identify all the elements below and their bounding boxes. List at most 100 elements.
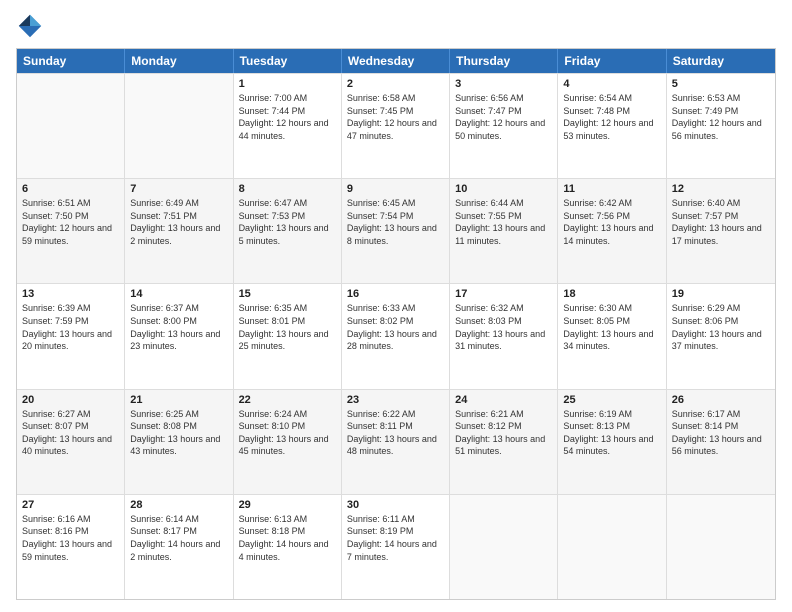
cell-info: Sunrise: 6:16 AM Sunset: 8:16 PM Dayligh… [22,513,119,563]
weekday-header: Wednesday [342,49,450,73]
cell-info: Sunrise: 6:42 AM Sunset: 7:56 PM Dayligh… [563,197,660,247]
day-number: 20 [22,394,119,406]
day-number: 25 [563,394,660,406]
calendar-cell: 3Sunrise: 6:56 AM Sunset: 7:47 PM Daylig… [450,74,558,178]
cell-info: Sunrise: 6:53 AM Sunset: 7:49 PM Dayligh… [672,92,770,142]
calendar-cell: 11 Sunrise: 6:42 AM Sunset: 7:56 PM Dayli… [558,179,666,283]
weekday-header: Saturday [667,49,775,73]
calendar-cell: 14 Sunrise: 6:37 AM Sunset: 8:00 PM Dayli… [125,284,233,388]
day-number: 4 [563,78,660,90]
empty-cell [558,495,666,599]
day-number: 10 [455,183,552,195]
day-number: 1 [239,78,336,90]
day-number: 13 [22,288,119,300]
empty-cell [125,74,233,178]
weekday-header: Tuesday [234,49,342,73]
calendar-cell: 24Sunrise: 6:21 AM Sunset: 8:12 PM Dayli… [450,390,558,494]
day-number: 17 [455,288,552,300]
cell-info: Sunrise: 6:40 AM Sunset: 7:57 PM Dayligh… [672,197,770,247]
calendar-cell: 19 Sunrise: 6:29 AM Sunset: 8:06 PM Dayli… [667,284,775,388]
cell-info: Sunrise: 6:45 AM Sunset: 7:54 PM Dayligh… [347,197,444,247]
day-number: 14 [130,288,227,300]
calendar-row: 27 Sunrise: 6:16 AM Sunset: 8:16 PM Dayli… [17,494,775,599]
calendar-row: 20 Sunrise: 6:27 AM Sunset: 8:07 PM Dayli… [17,389,775,494]
cell-info: Sunrise: 6:11 AM Sunset: 8:19 PM Dayligh… [347,513,444,563]
calendar-cell: 2 Sunrise: 6:58 AM Sunset: 7:45 PM Daylig… [342,74,450,178]
calendar-cell: 21 Sunrise: 6:25 AM Sunset: 8:08 PM Dayli… [125,390,233,494]
logo-icon [16,12,44,40]
calendar-cell: 25 Sunrise: 6:19 AM Sunset: 8:13 PM Dayli… [558,390,666,494]
day-number: 27 [22,499,119,511]
day-number: 6 [22,183,119,195]
calendar-row: 6 Sunrise: 6:51 AM Sunset: 7:50 PM Daylig… [17,178,775,283]
day-number: 30 [347,499,444,511]
cell-info: Sunrise: 6:14 AM Sunset: 8:17 PM Dayligh… [130,513,227,563]
calendar-cell: 15Sunrise: 6:35 AM Sunset: 8:01 PM Dayli… [234,284,342,388]
calendar-cell: 28 Sunrise: 6:14 AM Sunset: 8:17 PM Dayli… [125,495,233,599]
calendar-row: 13 Sunrise: 6:39 AM Sunset: 7:59 PM Dayli… [17,283,775,388]
calendar-cell: 8 Sunrise: 6:47 AM Sunset: 7:53 PM Daylig… [234,179,342,283]
calendar-cell: 27 Sunrise: 6:16 AM Sunset: 8:16 PM Dayli… [17,495,125,599]
cell-info: Sunrise: 6:37 AM Sunset: 8:00 PM Dayligh… [130,302,227,352]
weekday-header: Monday [125,49,233,73]
day-number: 8 [239,183,336,195]
day-number: 19 [672,288,770,300]
cell-info: Sunrise: 6:27 AM Sunset: 8:07 PM Dayligh… [22,408,119,458]
day-number: 23 [347,394,444,406]
calendar-cell: 12 Sunrise: 6:40 AM Sunset: 7:57 PM Dayli… [667,179,775,283]
day-number: 12 [672,183,770,195]
day-number: 29 [239,499,336,511]
day-number: 22 [239,394,336,406]
cell-info: Sunrise: 6:22 AM Sunset: 8:11 PM Dayligh… [347,408,444,458]
cell-info: Sunrise: 6:19 AM Sunset: 8:13 PM Dayligh… [563,408,660,458]
day-number: 26 [672,394,770,406]
cell-info: Sunrise: 6:24 AM Sunset: 8:10 PM Dayligh… [239,408,336,458]
calendar-cell: 4 Sunrise: 6:54 AM Sunset: 7:48 PM Daylig… [558,74,666,178]
empty-cell [17,74,125,178]
calendar-cell: 7 Sunrise: 6:49 AM Sunset: 7:51 PM Daylig… [125,179,233,283]
calendar-cell: 1 Sunrise: 7:00 AM Sunset: 7:44 PM Daylig… [234,74,342,178]
calendar-header: SundayMondayTuesdayWednesdayThursdayFrid… [17,49,775,73]
day-number: 24 [455,394,552,406]
cell-info: Sunrise: 6:58 AM Sunset: 7:45 PM Dayligh… [347,92,444,142]
calendar-cell: 30 Sunrise: 6:11 AM Sunset: 8:19 PM Dayli… [342,495,450,599]
day-number: 5 [672,78,770,90]
header [16,12,776,40]
cell-info: Sunrise: 6:29 AM Sunset: 8:06 PM Dayligh… [672,302,770,352]
cell-info: Sunrise: 6:39 AM Sunset: 7:59 PM Dayligh… [22,302,119,352]
cell-info: Sunrise: 6:13 AM Sunset: 8:18 PM Dayligh… [239,513,336,563]
calendar-cell: 22 Sunrise: 6:24 AM Sunset: 8:10 PM Dayli… [234,390,342,494]
day-number: 21 [130,394,227,406]
page: SundayMondayTuesdayWednesdayThursdayFrid… [0,0,792,612]
calendar: SundayMondayTuesdayWednesdayThursdayFrid… [16,48,776,600]
day-number: 28 [130,499,227,511]
calendar-cell: 6 Sunrise: 6:51 AM Sunset: 7:50 PM Daylig… [17,179,125,283]
day-number: 9 [347,183,444,195]
day-number: 3 [455,78,552,90]
day-number: 11 [563,183,660,195]
cell-info: Sunrise: 6:49 AM Sunset: 7:51 PM Dayligh… [130,197,227,247]
cell-info: Sunrise: 6:51 AM Sunset: 7:50 PM Dayligh… [22,197,119,247]
day-number: 2 [347,78,444,90]
cell-info: Sunrise: 6:47 AM Sunset: 7:53 PM Dayligh… [239,197,336,247]
weekday-header: Sunday [17,49,125,73]
cell-info: Sunrise: 6:25 AM Sunset: 8:08 PM Dayligh… [130,408,227,458]
cell-info: Sunrise: 6:17 AM Sunset: 8:14 PM Dayligh… [672,408,770,458]
cell-info: Sunrise: 7:00 AM Sunset: 7:44 PM Dayligh… [239,92,336,142]
cell-info: Sunrise: 6:44 AM Sunset: 7:55 PM Dayligh… [455,197,552,247]
calendar-cell: 18Sunrise: 6:30 AM Sunset: 8:05 PM Dayli… [558,284,666,388]
empty-cell [450,495,558,599]
calendar-cell: 10 Sunrise: 6:44 AM Sunset: 7:55 PM Dayli… [450,179,558,283]
day-number: 7 [130,183,227,195]
cell-info: Sunrise: 6:54 AM Sunset: 7:48 PM Dayligh… [563,92,660,142]
calendar-cell: 5 Sunrise: 6:53 AM Sunset: 7:49 PM Daylig… [667,74,775,178]
calendar-cell: 16Sunrise: 6:33 AM Sunset: 8:02 PM Dayli… [342,284,450,388]
calendar-cell: 20 Sunrise: 6:27 AM Sunset: 8:07 PM Dayli… [17,390,125,494]
day-number: 18 [563,288,660,300]
empty-cell [667,495,775,599]
calendar-cell: 26 Sunrise: 6:17 AM Sunset: 8:14 PM Dayli… [667,390,775,494]
calendar-cell: 9 Sunrise: 6:45 AM Sunset: 7:54 PM Daylig… [342,179,450,283]
calendar-row: 1 Sunrise: 7:00 AM Sunset: 7:44 PM Daylig… [17,73,775,178]
calendar-cell: 29 Sunrise: 6:13 AM Sunset: 8:18 PM Dayli… [234,495,342,599]
calendar-body: 1 Sunrise: 7:00 AM Sunset: 7:44 PM Daylig… [17,73,775,599]
